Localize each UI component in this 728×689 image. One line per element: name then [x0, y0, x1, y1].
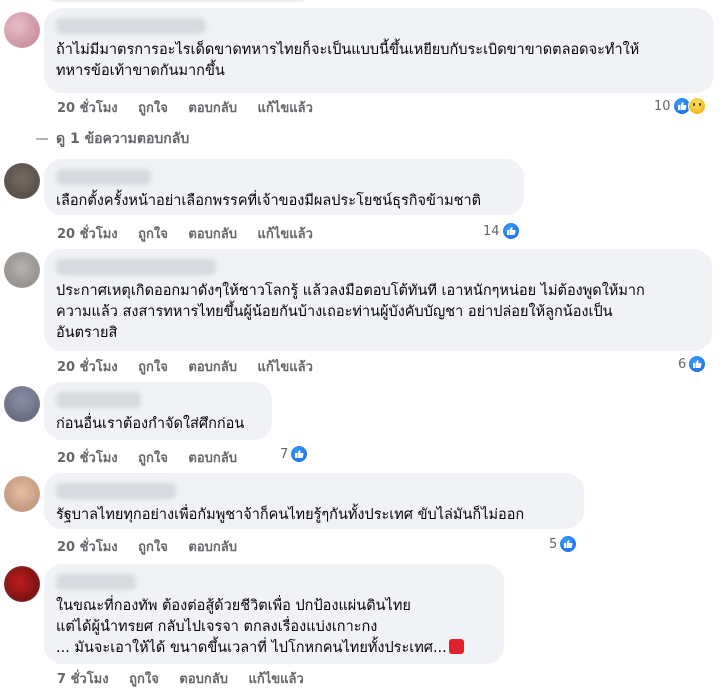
avatar[interactable]: [4, 566, 40, 602]
like-icon: [559, 535, 578, 553]
reaction-summary[interactable]: 5: [549, 534, 578, 554]
comment-text: ประกาศเหตุเกิดออกมาดังๆให้ชาวโลกรู้ แล้ว…: [56, 283, 645, 341]
reaction-count: 7: [280, 446, 289, 462]
comment-time[interactable]: 20 ชั่วโมง: [57, 356, 118, 377]
avatar[interactable]: [4, 163, 40, 199]
comment-time[interactable]: 20 ชั่วโมง: [57, 223, 118, 244]
view-replies-label: ดู 1 ข้อความตอบกลับ: [56, 131, 190, 147]
reply-button[interactable]: ตอบกลับ: [188, 536, 237, 557]
edited-label[interactable]: แก้ไขแล้ว: [258, 223, 313, 244]
reply-button[interactable]: ตอบกลับ: [188, 97, 237, 118]
reply-button[interactable]: ตอบกลับ: [188, 356, 237, 377]
comment-bubble: รัฐบาลไทยทุกอย่างเพื่อกัมพูชาจ้าก็คนไทยร…: [44, 473, 584, 529]
reaction-summary[interactable]: 10: [654, 96, 706, 116]
reaction-summary[interactable]: 14: [483, 221, 520, 241]
like-button[interactable]: ถูกใจ: [138, 536, 168, 557]
like-icon: [290, 445, 309, 463]
comment-bubble: ประกาศเหตุเกิดออกมาดังๆให้ชาวโลกรู้ แล้ว…: [44, 249, 712, 351]
comment-actions: 20 ชั่วโมง ถูกใจ ตอบกลับ: [57, 447, 253, 467]
commenter-name[interactable]: [56, 392, 141, 408]
comment-bubble: ก่อนอื่นเราต้องกำจัดใส่ศึกก่อน: [44, 382, 272, 440]
red-square-emoji-icon: [448, 639, 464, 654]
reaction-summary[interactable]: 6: [678, 354, 707, 374]
reply-button[interactable]: ตอบกลับ: [179, 668, 228, 689]
comment-text-body: ในขณะที่กองทัพ ต้องต่อสู้ด้วยชีวิตเพื่อ …: [56, 598, 447, 656]
comment-text: ก่อนอื่นเราต้องกำจัดใส่ศึกก่อน: [56, 416, 245, 432]
edited-label[interactable]: แก้ไขแล้ว: [258, 356, 313, 377]
like-button[interactable]: ถูกใจ: [138, 97, 168, 118]
comment-text: รัฐบาลไทยทุกอย่างเพื่อกัมพูชาจ้าก็คนไทยร…: [56, 507, 525, 523]
reaction-count: 6: [678, 356, 687, 372]
comment-bubble: เลือกตั้งครั้งหน้าอย่าเลือกพรรคที่เจ้าขอ…: [44, 159, 524, 215]
comment-actions: 20 ชั่วโมง ถูกใจ ตอบกลับ แก้ไขแล้ว: [57, 223, 329, 243]
like-icon: [501, 222, 520, 240]
comment-actions: 20 ชั่วโมง ถูกใจ ตอบกลับ แก้ไขแล้ว: [57, 356, 329, 376]
comment-time[interactable]: 20 ชั่วโมง: [57, 97, 118, 118]
like-button[interactable]: ถูกใจ: [138, 223, 168, 244]
comment-actions: 20 ชั่วโมง ถูกใจ ตอบกลับ แก้ไขแล้ว: [57, 97, 329, 117]
reaction-count: 5: [549, 536, 558, 552]
avatar[interactable]: [4, 476, 40, 512]
previous-comment-edge: [48, 0, 308, 2]
reaction-count: 10: [654, 98, 671, 114]
edited-label[interactable]: แก้ไขแล้ว: [249, 668, 304, 689]
edited-label[interactable]: แก้ไขแล้ว: [258, 97, 313, 118]
commenter-name[interactable]: [56, 18, 206, 34]
avatar[interactable]: [4, 12, 40, 48]
like-button[interactable]: ถูกใจ: [138, 356, 168, 377]
comment-actions: 7 ชั่วโมง ถูกใจ ตอบกลับ แก้ไขแล้ว: [57, 668, 320, 688]
reply-connector-line: [36, 138, 48, 140]
commenter-name[interactable]: [56, 574, 136, 590]
avatar[interactable]: [4, 386, 40, 422]
reply-button[interactable]: ตอบกลับ: [188, 223, 237, 244]
commenter-name[interactable]: [56, 259, 216, 275]
commenter-name[interactable]: [56, 169, 151, 185]
reply-button[interactable]: ตอบกลับ: [188, 447, 237, 468]
like-icon: [688, 355, 707, 373]
comment-time[interactable]: 20 ชั่วโมง: [57, 536, 118, 557]
sad-icon: [687, 97, 706, 115]
reaction-summary[interactable]: 7: [280, 444, 309, 464]
commenter-name[interactable]: [56, 483, 176, 499]
comment-actions: 20 ชั่วโมง ถูกใจ ตอบกลับ: [57, 536, 253, 556]
comment-text: ในขณะที่กองทัพ ต้องต่อสู้ด้วยชีวิตเพื่อ …: [56, 596, 492, 659]
comment-time[interactable]: 20 ชั่วโมง: [57, 447, 118, 468]
comment-bubble: ในขณะที่กองทัพ ต้องต่อสู้ด้วยชีวิตเพื่อ …: [44, 564, 504, 664]
comment-text: เลือกตั้งครั้งหน้าอย่าเลือกพรรคที่เจ้าขอ…: [56, 193, 482, 209]
reaction-count: 14: [483, 223, 500, 239]
view-replies-link[interactable]: ดู 1 ข้อความตอบกลับ: [36, 128, 189, 150]
avatar[interactable]: [4, 252, 40, 288]
comment-text: ถ้าไม่มีมาตรการอะไรเด็ดขาดทหารไทยก็จะเป็…: [56, 42, 640, 79]
comment-bubble: ถ้าไม่มีมาตรการอะไรเด็ดขาดทหารไทยก็จะเป็…: [44, 8, 714, 93]
like-button[interactable]: ถูกใจ: [138, 447, 168, 468]
comment-time[interactable]: 7 ชั่วโมง: [57, 668, 109, 689]
like-button[interactable]: ถูกใจ: [129, 668, 159, 689]
